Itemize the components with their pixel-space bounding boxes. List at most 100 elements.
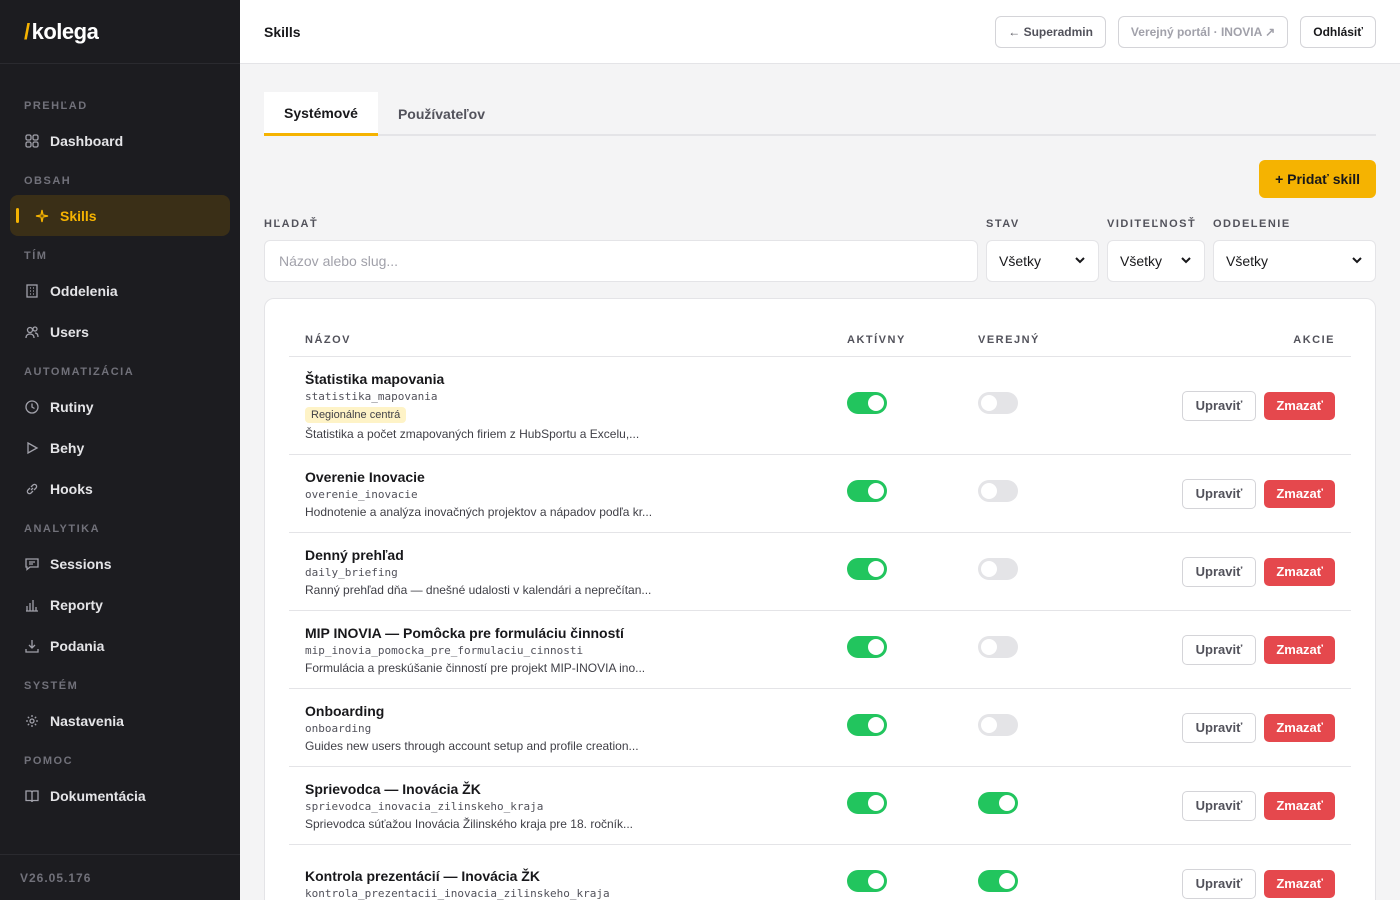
skill-name[interactable]: Denný prehľad — [305, 547, 847, 563]
toggle-knob — [981, 561, 997, 577]
top-bar: Skills ← Superadmin Verejný portál · INO… — [240, 0, 1400, 64]
toggle-knob — [868, 561, 884, 577]
public-toggle[interactable] — [978, 636, 1018, 658]
edit-button[interactable]: Upraviť — [1181, 790, 1257, 821]
table-row: Overenie Inovacie overenie_inovacie Hodno… — [289, 455, 1351, 533]
active-toggle[interactable] — [847, 392, 887, 414]
department-label: ODDELENIE — [1213, 218, 1291, 230]
sidebar-item-reporty[interactable]: Reporty — [0, 584, 240, 625]
public-toggle[interactable] — [978, 792, 1018, 814]
skill-info: Onboarding onboarding Guides new users th… — [305, 703, 847, 753]
public-toggle[interactable] — [978, 480, 1018, 502]
skill-name[interactable]: Štatistika mapovania — [305, 371, 847, 387]
active-toggle[interactable] — [847, 714, 887, 736]
active-toggle[interactable] — [847, 870, 887, 892]
skill-slug: onboarding — [305, 721, 372, 735]
table-row: Sprievodca — Inovácia ŽK sprievodca_inov… — [289, 767, 1351, 845]
skill-description: Štatistika a počet zmapovaných firiem z … — [305, 426, 640, 441]
logout-button[interactable]: Odhlásiť — [1300, 15, 1376, 48]
chevron-down-icon — [1074, 253, 1086, 269]
search-label: HĽADAŤ — [264, 218, 319, 230]
toggle-knob — [868, 639, 884, 655]
edit-button[interactable]: Upraviť — [1181, 712, 1257, 743]
skill-name[interactable]: Sprievodca — Inovácia ŽK — [305, 781, 847, 797]
link-icon — [24, 481, 40, 497]
status-select[interactable]: Všetky — [986, 240, 1099, 282]
skill-slug: kontrola_prezentacii_inovacia_zilinskeho… — [305, 886, 610, 900]
grid-icon — [24, 133, 40, 149]
sidebar-item-podania[interactable]: Podania — [0, 625, 240, 666]
add-skill-button[interactable]: + Pridať skill — [1259, 160, 1376, 198]
sparkle-icon — [34, 208, 50, 224]
public-toggle[interactable] — [978, 558, 1018, 580]
skill-name[interactable]: MIP INOVIA — Pomôcka pre formuláciu činn… — [305, 625, 847, 641]
table-body: Štatistika mapovania statistika_mapovani… — [289, 357, 1351, 900]
department-select[interactable]: Všetky — [1213, 240, 1376, 282]
visibility-select[interactable]: Všetky — [1107, 240, 1205, 282]
sidebar-item-label: Oddelenia — [50, 282, 118, 299]
column-public: VEREJNÝ — [978, 334, 1040, 346]
sidebar-item-sessions[interactable]: Sessions — [0, 543, 240, 584]
search-input[interactable]: Názov alebo slug... — [264, 240, 978, 282]
delete-button[interactable]: Zmazať — [1264, 635, 1335, 664]
skill-name[interactable]: Overenie Inovacie — [305, 469, 847, 485]
book-icon — [24, 788, 40, 804]
skill-name[interactable]: Kontrola prezentácií — Inovácia ŽK — [305, 868, 847, 884]
skill-info: Sprievodca — Inovácia ŽK sprievodca_inov… — [305, 781, 847, 831]
sidebar-section-title: PREHĽAD — [24, 100, 88, 112]
toggle-knob — [999, 795, 1015, 811]
delete-button[interactable]: Zmazať — [1264, 557, 1335, 586]
tab-users[interactable]: Používateľov — [378, 92, 505, 136]
delete-button[interactable]: Zmazať — [1264, 791, 1335, 820]
delete-button[interactable]: Zmazať — [1264, 713, 1335, 742]
superadmin-button[interactable]: ← Superadmin — [995, 15, 1106, 48]
active-toggle[interactable] — [847, 636, 887, 658]
edit-button[interactable]: Upraviť — [1181, 390, 1257, 421]
tab-system[interactable]: Systémové — [264, 92, 378, 136]
logo[interactable]: / kolega — [0, 0, 240, 64]
edit-button[interactable]: Upraviť — [1181, 634, 1257, 665]
download-icon — [24, 638, 40, 654]
active-toggle[interactable] — [847, 792, 887, 814]
toggle-knob — [868, 795, 884, 811]
public-toggle[interactable] — [978, 392, 1018, 414]
skill-info: Denný prehľad daily_briefing Ranný prehľa… — [305, 547, 847, 597]
sidebar-item-users[interactable]: Users — [0, 311, 240, 352]
delete-button[interactable]: Zmazať — [1264, 479, 1335, 508]
toggle-knob — [868, 873, 884, 889]
play-icon — [24, 440, 40, 456]
column-active: AKTÍVNY — [847, 334, 906, 346]
sidebar-item-dokument-cia[interactable]: Dokumentácia — [0, 775, 240, 816]
skill-name[interactable]: Onboarding — [305, 703, 847, 719]
sidebar-item-behy[interactable]: Behy — [0, 427, 240, 468]
active-toggle[interactable] — [847, 480, 887, 502]
public-toggle[interactable] — [978, 714, 1018, 736]
sidebar-item-hooks[interactable]: Hooks — [0, 468, 240, 509]
visibility-label: VIDITEĽNOSŤ — [1107, 218, 1197, 230]
toggle-knob — [981, 483, 997, 499]
skills-table-card: NÁZOV AKTÍVNY VEREJNÝ AKCIE Štatistika m… — [264, 298, 1376, 900]
sidebar-item-label: Dashboard — [50, 132, 124, 149]
sidebar-section-title: TÍM — [24, 250, 48, 262]
edit-button[interactable]: Upraviť — [1181, 478, 1257, 509]
skill-info: MIP INOVIA — Pomôcka pre formuláciu činn… — [305, 625, 847, 675]
sidebar-item-label: Nastavenia — [50, 712, 124, 729]
sidebar-item-skills[interactable]: Skills — [10, 195, 230, 236]
sidebar-item-rutiny[interactable]: Rutiny — [0, 386, 240, 427]
chevron-down-icon — [1351, 253, 1363, 269]
delete-button[interactable]: Zmazať — [1264, 391, 1335, 420]
active-toggle[interactable] — [847, 558, 887, 580]
sidebar-item-nastavenia[interactable]: Nastavenia — [0, 700, 240, 741]
public-toggle[interactable] — [978, 870, 1018, 892]
sidebar-section-title: SYSTÉM — [24, 680, 79, 692]
table-row: Denný prehľad daily_briefing Ranný prehľa… — [289, 533, 1351, 611]
delete-button[interactable]: Zmazať — [1264, 869, 1335, 898]
column-actions: AKCIE — [1293, 334, 1335, 346]
edit-button[interactable]: Upraviť — [1181, 556, 1257, 587]
sidebar-item-dashboard[interactable]: Dashboard — [0, 120, 240, 161]
toggle-knob — [981, 639, 997, 655]
toggle-knob — [981, 717, 997, 733]
edit-button[interactable]: Upraviť — [1181, 868, 1257, 899]
public-portal-button[interactable]: Verejný portál · INOVIA ↗ — [1117, 15, 1289, 48]
sidebar-item-oddelenia[interactable]: Oddelenia — [0, 270, 240, 311]
